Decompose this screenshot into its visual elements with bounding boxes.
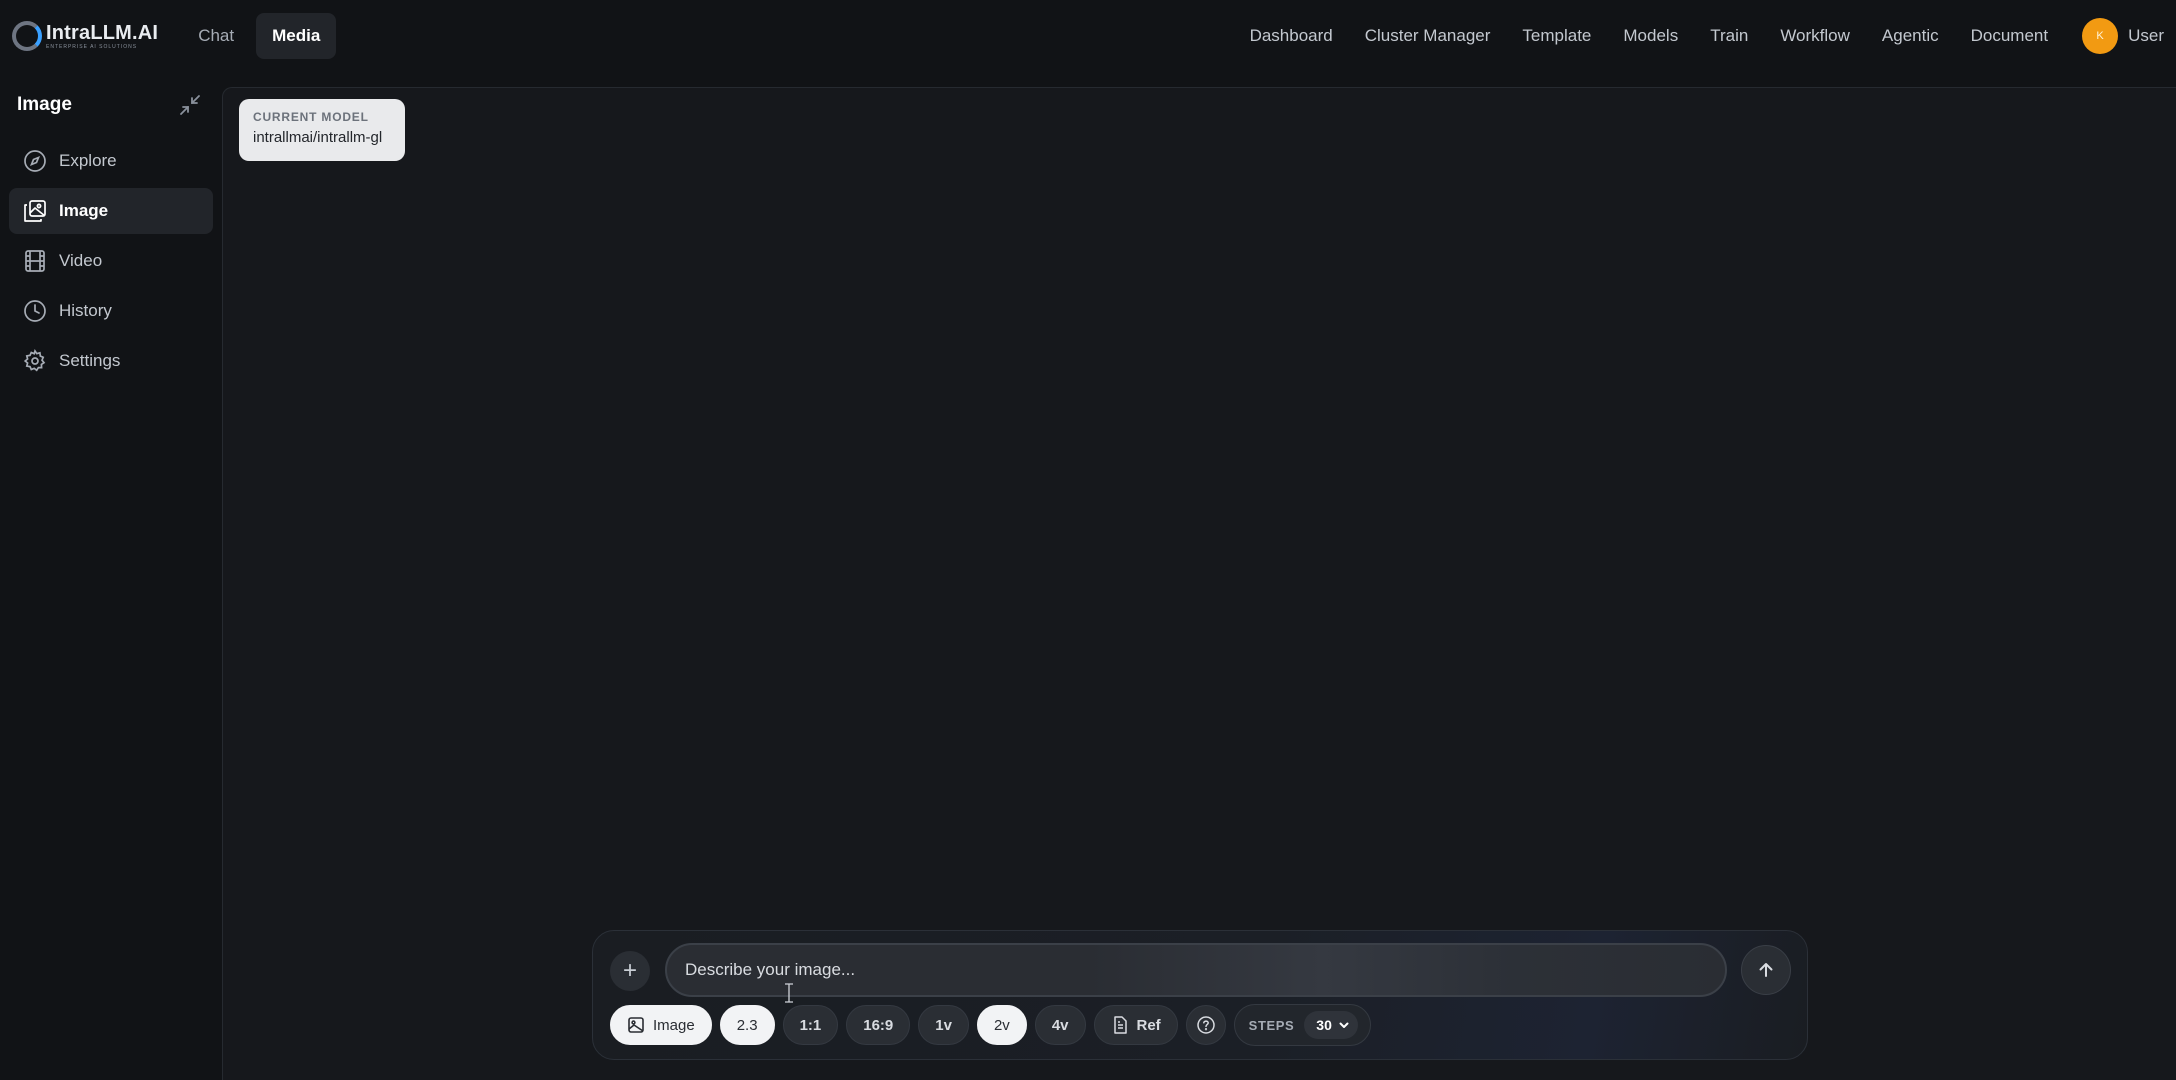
avatar[interactable]: K (2082, 18, 2119, 54)
sidebar-item-settings[interactable]: Settings (9, 338, 213, 384)
sidebar-item-image[interactable]: Image (9, 188, 213, 234)
arrow-up-icon (1759, 963, 1773, 977)
image-icon (627, 1016, 645, 1034)
image-icon (23, 199, 47, 223)
current-model-value: intrallmai/intrallm-gl (253, 129, 383, 146)
user-label[interactable]: User (2128, 26, 2164, 46)
logo-name: IntraLLM.AI (46, 21, 159, 44)
nav-agentic[interactable]: Agentic (1866, 26, 1955, 46)
plus-icon: + (622, 957, 637, 984)
sidebar-item-video[interactable]: Video (9, 238, 213, 284)
sidebar-item-label: Video (59, 251, 103, 270)
nav-cluster-manager[interactable]: Cluster Manager (1349, 26, 1507, 46)
top-bar: IntraLLM.AI ENTERPRISE AI SOLUTIONS Chat… (0, 0, 2176, 72)
app-logo[interactable]: IntraLLM.AI ENTERPRISE AI SOLUTIONS (12, 21, 158, 51)
top-tabs: Chat Media (182, 13, 337, 59)
collapse-arrows-icon[interactable] (176, 91, 204, 119)
sidebar-item-explore[interactable]: Explore (9, 138, 213, 184)
nav-models[interactable]: Models (1607, 26, 1694, 46)
sidebar-item-history[interactable]: History (9, 288, 213, 334)
help-button[interactable] (1185, 1005, 1226, 1045)
nav-train[interactable]: Train (1694, 26, 1764, 46)
clock-icon (23, 299, 47, 323)
nav-template[interactable]: Template (1506, 26, 1607, 46)
sidebar-item-label: Settings (59, 351, 121, 370)
current-model-label: CURRENT MODEL (253, 110, 369, 124)
steps-value: 30 (1316, 1017, 1332, 1033)
steps-label: STEPS (1248, 1017, 1295, 1033)
ratio-chip-1-1[interactable]: 1:1 (782, 1005, 839, 1045)
user-menu[interactable]: K User (2082, 18, 2164, 54)
count-chip-1[interactable]: 1v (918, 1005, 969, 1045)
nav-dashboard[interactable]: Dashboard (1234, 26, 1349, 46)
nav-workflow[interactable]: Workflow (1764, 26, 1866, 46)
main-nav: Dashboard Cluster Manager Template Model… (1234, 18, 2164, 54)
logo-tagline: ENTERPRISE AI SOLUTIONS (46, 43, 138, 50)
film-icon (23, 249, 47, 273)
prompt-composer: + Image 2.3 1:1 16:9 1v 2v 4v (592, 930, 1808, 1060)
count-chip-2[interactable]: 2v (976, 1005, 1027, 1045)
sidebar-nav: Explore Image Video History Settings (0, 138, 222, 388)
count-chip-4[interactable]: 4v (1034, 1005, 1086, 1045)
add-attachment-button[interactable]: + (610, 951, 650, 991)
nav-document[interactable]: Document (1955, 26, 2064, 46)
steps-control: STEPS 30 (1233, 1004, 1371, 1046)
document-icon (1111, 1016, 1129, 1034)
reference-label: Ref (1136, 1016, 1161, 1034)
reference-chip[interactable]: Ref (1093, 1005, 1178, 1045)
mode-image-chip[interactable]: Image (610, 1005, 712, 1045)
logo-mark-icon (12, 21, 42, 51)
current-model-card[interactable]: CURRENT MODEL intrallmai/intrallm-gl (239, 99, 405, 161)
ratio-chip-2-3[interactable]: 2.3 (719, 1005, 775, 1045)
send-button[interactable] (1741, 945, 1791, 995)
gear-icon (23, 349, 47, 373)
text-cursor-icon (784, 983, 794, 1003)
help-icon (1196, 1016, 1215, 1034)
mode-label: Image (653, 1016, 695, 1034)
generation-options: Image 2.3 1:1 16:9 1v 2v 4v Ref STEPS 30 (610, 1004, 1371, 1046)
sidebar-header: Image (0, 72, 222, 138)
tab-chat[interactable]: Chat (182, 13, 250, 59)
steps-select[interactable]: 30 (1304, 1011, 1358, 1039)
tab-media[interactable]: Media (256, 13, 337, 59)
compass-icon (23, 149, 47, 173)
ratio-chip-16-9[interactable]: 16:9 (846, 1005, 911, 1045)
sidebar-item-label: History (59, 301, 112, 320)
sidebar: Image Explore Image Video History Settin… (0, 72, 222, 1080)
prompt-input[interactable] (665, 943, 1727, 997)
sidebar-title: Image (17, 94, 72, 115)
chevron-down-icon (1339, 1022, 1349, 1028)
sidebar-item-label: Image (59, 201, 109, 220)
sidebar-item-label: Explore (59, 151, 117, 170)
